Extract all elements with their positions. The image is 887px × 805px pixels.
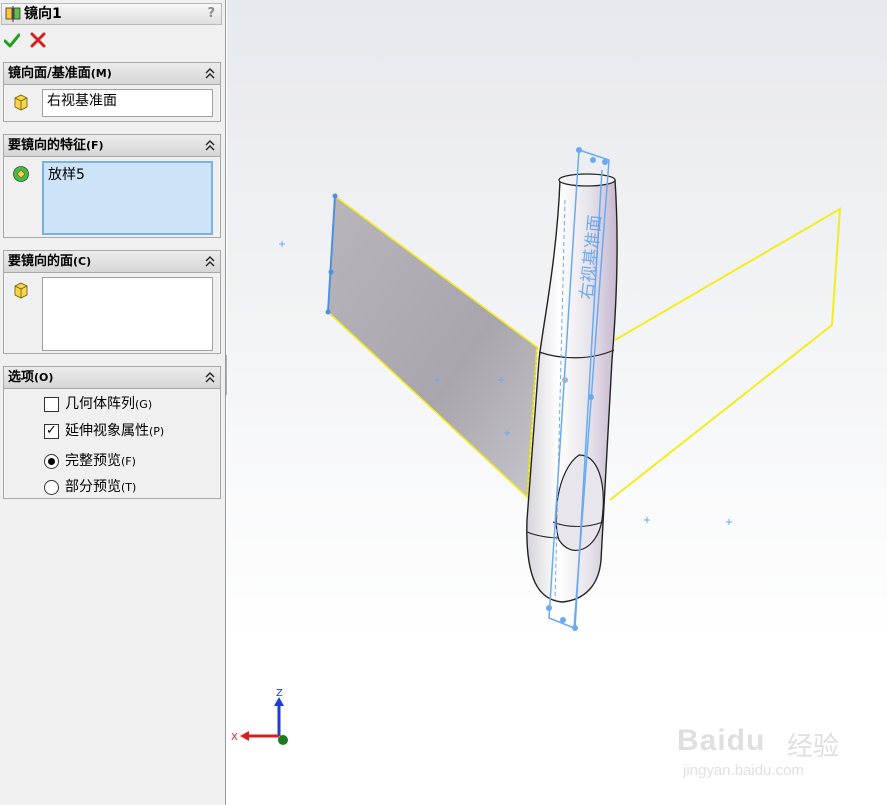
original-wing-surface[interactable] bbox=[325, 193, 538, 499]
features-to-mirror-group: 要镜向的特征(F) 放样5 bbox=[3, 134, 221, 238]
features-shortcut: (F) bbox=[86, 139, 104, 152]
faces-shortcut: (C) bbox=[73, 255, 92, 268]
graphics-viewport[interactable]: 右视基准面 Z X Baidu 经验 jingyan.baidu.com bbox=[227, 0, 887, 805]
full-preview-shortcut: (F) bbox=[121, 455, 136, 468]
options-group: 选项(O) 几何体阵列(G) 延伸视象属性(P) 完整预览(F) 部分预览(T) bbox=[3, 366, 221, 499]
full-preview-radio[interactable] bbox=[44, 454, 59, 469]
options-group-title: 选项 bbox=[8, 370, 35, 385]
face-selection-icon bbox=[14, 282, 28, 299]
help-icon[interactable]: ? bbox=[207, 6, 215, 22]
watermark-suffix: 经验 bbox=[787, 732, 840, 762]
options-shortcut: (O) bbox=[34, 371, 54, 384]
collapse-chevron-icon[interactable] bbox=[205, 255, 215, 268]
plane-selection-icon bbox=[14, 94, 28, 111]
options-group-header[interactable]: 选项(O) bbox=[4, 367, 220, 389]
collapse-chevron-icon[interactable] bbox=[205, 139, 215, 152]
triad-x-label: X bbox=[231, 732, 238, 743]
collapse-chevron-icon[interactable] bbox=[205, 371, 215, 384]
watermark-brand: Baidu bbox=[677, 724, 766, 757]
partial-preview-label: 部分预览 bbox=[65, 479, 121, 495]
full-preview-label: 完整预览 bbox=[65, 453, 121, 469]
geometry-pattern-label: 几何体阵列 bbox=[65, 396, 135, 412]
feature-list-item[interactable]: 放样5 bbox=[48, 166, 207, 184]
model-scene[interactable]: 右视基准面 Z X bbox=[227, 0, 887, 805]
mirror-plane-group-header[interactable]: 镜向面/基准面(M) bbox=[4, 63, 220, 85]
geometry-pattern-shortcut: (G) bbox=[135, 398, 153, 411]
faces-group-title: 要镜向的面 bbox=[8, 254, 74, 269]
propagate-visual-checkbox[interactable] bbox=[44, 422, 59, 440]
faces-group-header[interactable]: 要镜向的面(C) bbox=[4, 251, 220, 273]
feature-selection-icon bbox=[13, 166, 29, 182]
mirror-plane-group-title: 镜向面/基准面 bbox=[8, 66, 91, 81]
mirror-preview-wing[interactable] bbox=[609, 207, 842, 501]
collapse-chevron-icon[interactable] bbox=[205, 67, 215, 80]
propagate-visual-label: 延伸视象属性 bbox=[65, 423, 149, 439]
faces-list[interactable] bbox=[42, 277, 213, 351]
propagate-visual-shortcut: (P) bbox=[149, 425, 165, 438]
mirror-plane-group: 镜向面/基准面(M) 右视基准面 bbox=[3, 62, 221, 122]
baidu-watermark-logo: Baidu 经验 jingyan.baidu.com bbox=[677, 710, 877, 790]
watermark-url: jingyan.baidu.com bbox=[683, 762, 804, 779]
coordinate-triad: Z X bbox=[231, 688, 288, 745]
features-group-title: 要镜向的特征 bbox=[8, 138, 87, 153]
features-group-header[interactable]: 要镜向的特征(F) bbox=[4, 135, 220, 157]
mirror-plane-shortcut: (M) bbox=[90, 67, 112, 80]
ok-checkmark-icon[interactable] bbox=[4, 32, 20, 48]
faces-to-mirror-group: 要镜向的面(C) bbox=[3, 250, 221, 354]
mirror-plane-field[interactable]: 右视基准面 bbox=[42, 89, 213, 117]
property-manager-title: 镜向1 bbox=[24, 6, 62, 22]
partial-preview-shortcut: (T) bbox=[121, 481, 137, 494]
geometry-pattern-checkbox[interactable] bbox=[44, 397, 59, 412]
cancel-x-icon[interactable] bbox=[30, 32, 46, 48]
partial-preview-radio[interactable] bbox=[44, 480, 59, 495]
triad-z-label: Z bbox=[276, 688, 283, 699]
property-manager-panel: 镜向1 ? 镜向面/基准面(M) 右视基准面 要镜向的特征(F) 放样5 要镜向… bbox=[0, 0, 226, 805]
mirror-feature-icon bbox=[5, 6, 21, 22]
features-list[interactable]: 放样5 bbox=[42, 161, 213, 235]
property-manager-title-bar: 镜向1 ? bbox=[1, 3, 222, 25]
